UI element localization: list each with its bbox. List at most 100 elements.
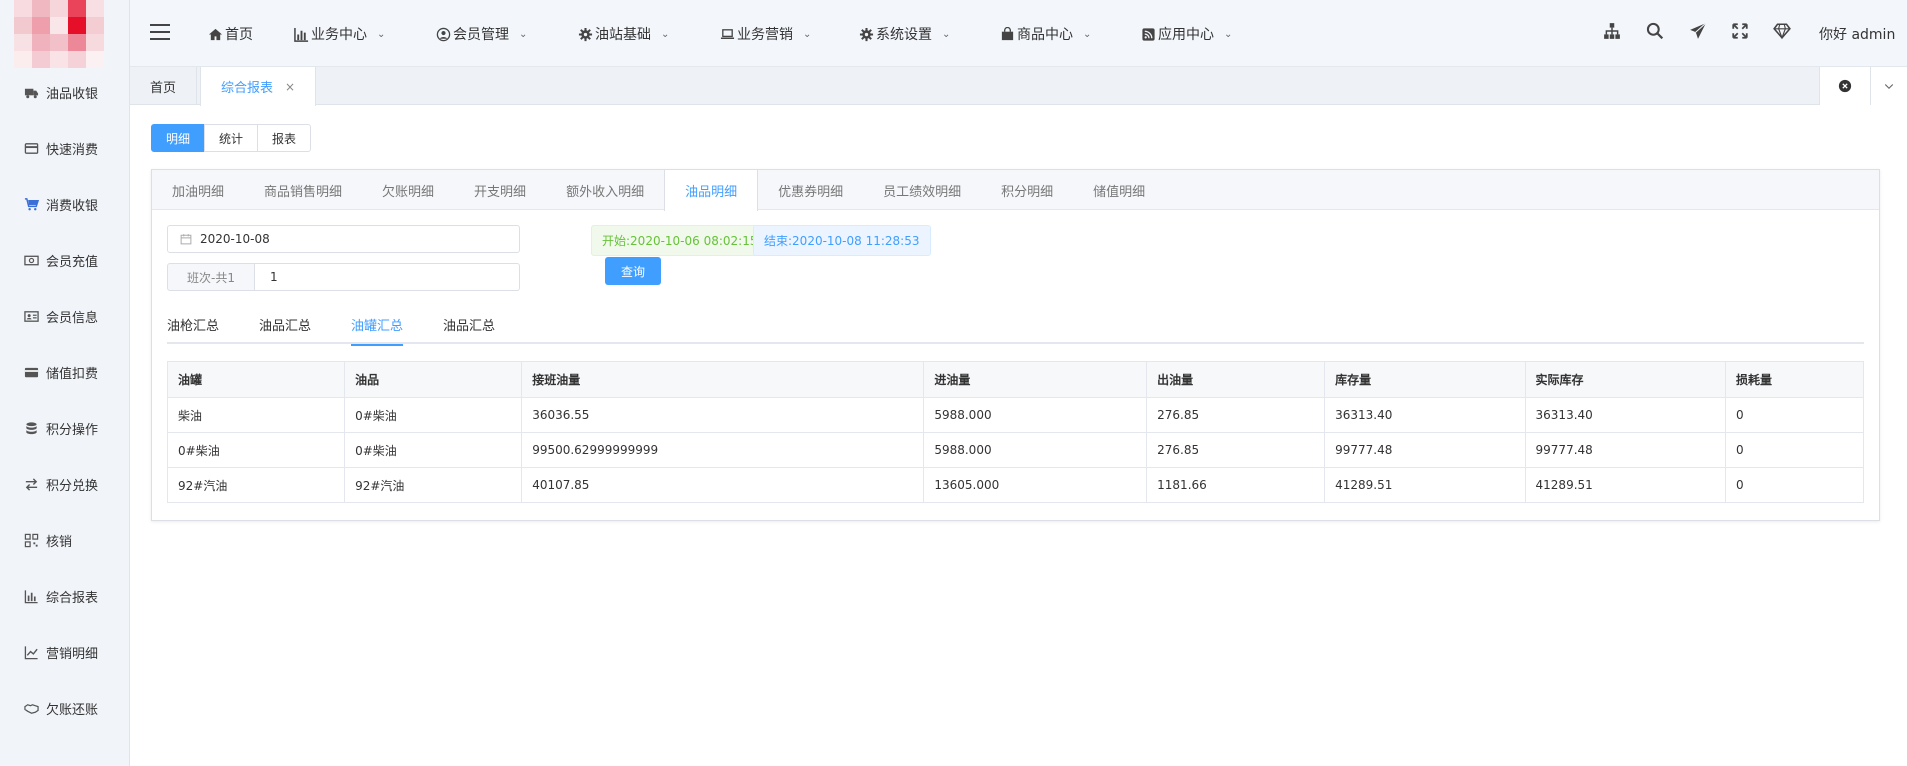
user-circle-icon — [436, 27, 451, 41]
chevron-down-icon — [1885, 84, 1894, 90]
shift-value[interactable]: 1 — [255, 263, 520, 291]
fullscreen-button[interactable] — [1731, 22, 1749, 40]
line-chart-icon — [22, 643, 40, 661]
sidebar-item-quick-consume[interactable]: 快速消费 — [0, 120, 130, 176]
search-icon — [1646, 22, 1664, 40]
end-time-tag: 结束:2020-10-08 11:28:53 — [753, 225, 931, 256]
table-cell: 1181.66 — [1146, 467, 1326, 503]
tab-product-summary[interactable]: 油品汇总 — [259, 304, 311, 344]
vip-button[interactable] — [1773, 22, 1791, 40]
detail-card: 加油明细 商品销售明细 欠账明细 开支明细 额外收入明细 油品明细 优惠券明细 … — [151, 169, 1880, 521]
tab-debt-detail[interactable]: 欠账明细 — [362, 170, 454, 210]
gear-icon — [859, 27, 874, 41]
nav-product-center[interactable]: 商品中心 ⌄ — [1000, 24, 1091, 44]
sidebar-item-label: 营销明细 — [46, 646, 99, 662]
close-all-tabs-button[interactable] — [1820, 67, 1872, 105]
view-stats-button[interactable]: 统计 — [204, 124, 259, 152]
nav-member-manage[interactable]: 会员管理 ⌄ — [436, 24, 527, 44]
top-navbar: 首页 业务中心 ⌄ 会员管理 ⌄ 油站基础 ⌄ 业务营销 ⌄ 系统设置 ⌄ 商品中心 ⌄ 应… — [130, 0, 1907, 67]
column-header: 进油量 — [923, 361, 1148, 398]
tab-staff-performance[interactable]: 员工绩效明细 — [863, 170, 981, 210]
gear-icon — [578, 27, 593, 41]
tab-points-detail[interactable]: 积分明细 — [981, 170, 1073, 210]
tab-oil-detail[interactable]: 油品明细 — [664, 170, 759, 211]
laptop-icon — [720, 28, 735, 39]
nav-system-settings[interactable]: 系统设置 ⌄ — [859, 24, 950, 44]
query-button[interactable]: 查询 — [605, 257, 661, 285]
chart-icon — [294, 27, 309, 42]
sidebar-item-consume-cashier[interactable]: 消费收银 — [0, 176, 130, 232]
sidebar-item-label: 积分兑换 — [46, 478, 99, 494]
tab-product-summary-2[interactable]: 油品汇总 — [443, 304, 495, 344]
sidebar-item-points-exchange[interactable]: 积分兑换 — [0, 456, 130, 512]
chevron-down-icon: ⌄ — [661, 28, 670, 40]
column-header: 损耗量 — [1724, 361, 1865, 398]
sidebar-item-label: 油品收银 — [46, 86, 99, 102]
exchange-icon — [22, 475, 40, 493]
tab-expense-detail[interactable]: 开支明细 — [454, 170, 546, 210]
tabs-dropdown-button[interactable] — [1871, 67, 1907, 105]
tab-stored-value-detail[interactable]: 储值明细 — [1073, 170, 1165, 210]
sidebar-item-stored-deduct[interactable]: 储值扣费 — [0, 344, 130, 400]
shift-select[interactable]: 班次-共1 1 — [167, 263, 520, 291]
handshake-icon — [22, 699, 40, 717]
sidebar-item-verify[interactable]: 核销 — [0, 512, 130, 568]
table-cell: 0 — [1724, 432, 1865, 468]
view-report-button[interactable]: 报表 — [257, 124, 312, 152]
table-row: 柴油 0#柴油 36036.55 5988.000 276.85 36313.4… — [166, 397, 1865, 433]
expand-icon — [1732, 23, 1748, 39]
close-icon[interactable]: × — [285, 80, 295, 94]
id-card-icon — [22, 307, 40, 325]
sidebar-item-oil-cashier[interactable]: 油品收银 — [0, 64, 130, 120]
send-button[interactable] — [1689, 22, 1707, 40]
sidebar-item-report[interactable]: 综合报表 — [0, 568, 130, 624]
card-icon — [22, 363, 40, 381]
view-detail-button[interactable]: 明细 — [151, 124, 206, 152]
logo — [14, 0, 104, 68]
sidebar-item-member-info[interactable]: 会员信息 — [0, 288, 130, 344]
table-cell: 41289.51 — [1324, 467, 1526, 503]
nav-business-marketing[interactable]: 业务营销 ⌄ — [720, 24, 811, 44]
menu-toggle-icon[interactable] — [150, 24, 170, 42]
user-greeting[interactable]: 你好 admin — [1819, 24, 1895, 44]
sidebar-item-label: 会员充值 — [46, 254, 99, 270]
tab-coupon-detail[interactable]: 优惠券明细 — [758, 170, 863, 210]
column-header: 油品 — [344, 361, 523, 398]
close-circle-icon — [1839, 79, 1852, 93]
table-cell: 0#柴油 — [344, 397, 523, 433]
table-cell: 99500.62999999999 — [521, 432, 925, 468]
table-cell: 41289.51 — [1524, 467, 1726, 503]
table-cell: 柴油 — [166, 397, 346, 433]
tab-nozzle-summary[interactable]: 油枪汇总 — [167, 304, 219, 344]
sidebar-item-debt-repay[interactable]: 欠账还账 — [0, 680, 130, 736]
tab-goods-sales-detail[interactable]: 商品销售明细 — [244, 170, 362, 210]
nav-app-center[interactable]: 应用中心 ⌄ — [1141, 24, 1232, 44]
sidebar-item-member-recharge[interactable]: 会员充值 — [0, 232, 130, 288]
table-row: 92#汽油 92#汽油 40107.85 13605.000 1181.66 4… — [166, 467, 1865, 503]
table-cell: 5988.000 — [923, 397, 1148, 433]
tab-extra-income-detail[interactable]: 额外收入明细 — [546, 170, 664, 210]
sidebar-item-points-op[interactable]: 积分操作 — [0, 400, 130, 456]
sidebar-item-label: 核销 — [46, 534, 73, 550]
summary-tabs: 油枪汇总 油品汇总 油罐汇总 油品汇总 — [167, 304, 1864, 346]
sidebar-item-marketing-detail[interactable]: 营销明细 — [0, 624, 130, 680]
table-cell: 99777.48 — [1324, 432, 1526, 468]
tab-refuel-detail[interactable]: 加油明细 — [152, 170, 244, 210]
tab-report[interactable]: 综合报表 × — [200, 67, 317, 106]
table-cell: 40107.85 — [521, 467, 925, 503]
column-header: 接班油量 — [521, 361, 925, 398]
table-header-row: 油罐 油品 接班油量 进油量 出油量 库存量 实际库存 损耗量 — [166, 361, 1865, 398]
nav-business-center[interactable]: 业务中心 ⌄ — [294, 24, 385, 44]
table-cell: 0 — [1724, 467, 1865, 503]
table-cell: 92#汽油 — [344, 467, 523, 503]
nav-home[interactable]: 首页 — [208, 24, 253, 44]
table-row: 0#柴油 0#柴油 99500.62999999999 5988.000 276… — [166, 432, 1865, 468]
nav-station-base[interactable]: 油站基础 ⌄ — [578, 24, 669, 44]
start-time-tag: 开始:2020-10-06 08:02:15 — [591, 225, 769, 256]
sidebar-item-label: 消费收银 — [46, 198, 99, 214]
date-picker[interactable]: 2020-10-08 — [167, 225, 520, 253]
sitemap-button[interactable] — [1603, 22, 1621, 40]
tab-home[interactable]: 首页 — [130, 67, 198, 105]
search-button[interactable] — [1646, 22, 1664, 40]
tab-tank-summary[interactable]: 油罐汇总 — [351, 304, 404, 346]
